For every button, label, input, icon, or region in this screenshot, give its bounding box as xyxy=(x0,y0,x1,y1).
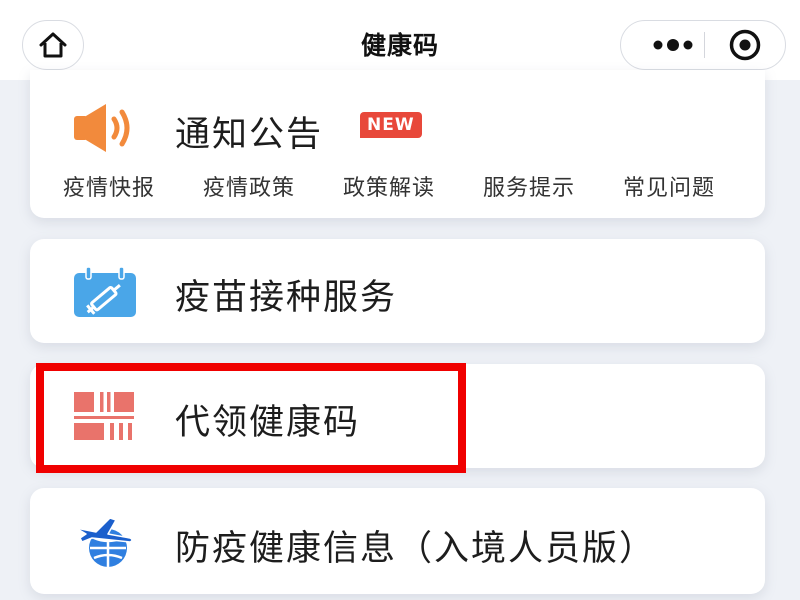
entry-icon-wrap xyxy=(70,512,140,574)
link-epidemic-bulletin[interactable]: 疫情快报 xyxy=(63,170,155,202)
vaccine-icon-wrap xyxy=(70,265,140,325)
notice-card[interactable]: 通知公告 NEW 疫情快报 疫情政策 政策解读 服务提示 常见问题 xyxy=(30,70,765,218)
vaccine-service-title: 疫苗接种服务 xyxy=(175,278,398,318)
proxy-icon-wrap xyxy=(70,388,140,448)
notice-icon-wrap xyxy=(70,100,140,160)
capsule-divider xyxy=(704,32,705,58)
proxy-health-code-title: 代领健康码 xyxy=(175,403,361,443)
link-epidemic-policy[interactable]: 疫情政策 xyxy=(203,170,295,202)
link-faq[interactable]: 常见问题 xyxy=(623,170,715,202)
new-badge: NEW xyxy=(360,112,422,138)
qr-code-icon xyxy=(74,392,134,440)
notice-links: 疫情快报 疫情政策 政策解读 服务提示 常见问题 xyxy=(30,170,765,204)
plane-globe-icon xyxy=(75,517,133,567)
link-service-tips[interactable]: 服务提示 xyxy=(483,170,575,202)
speaker-icon xyxy=(74,104,130,152)
proxy-health-code-card[interactable]: 代领健康码 xyxy=(30,364,765,468)
notice-title: 通知公告 xyxy=(175,115,324,155)
link-policy-interpretation[interactable]: 政策解读 xyxy=(343,170,435,202)
close-mini-program-button[interactable] xyxy=(721,21,769,69)
mini-program-capsule xyxy=(620,20,786,70)
entry-health-info-title: 防疫健康信息（入境人员版） xyxy=(175,529,657,569)
more-dots-icon xyxy=(653,39,693,51)
target-icon xyxy=(729,29,761,61)
calendar-syringe-icon xyxy=(74,266,136,317)
more-button[interactable] xyxy=(643,21,703,69)
health-code-page: 健康码 通知公告 NEW 疫情快报 疫情政策 政策解读 服务提示 常见问题 疫苗… xyxy=(0,0,800,600)
entry-health-info-card[interactable]: 防疫健康信息（入境人员版） xyxy=(30,488,765,594)
vaccine-service-card[interactable]: 疫苗接种服务 xyxy=(30,239,765,343)
top-bar: 健康码 xyxy=(0,0,800,80)
